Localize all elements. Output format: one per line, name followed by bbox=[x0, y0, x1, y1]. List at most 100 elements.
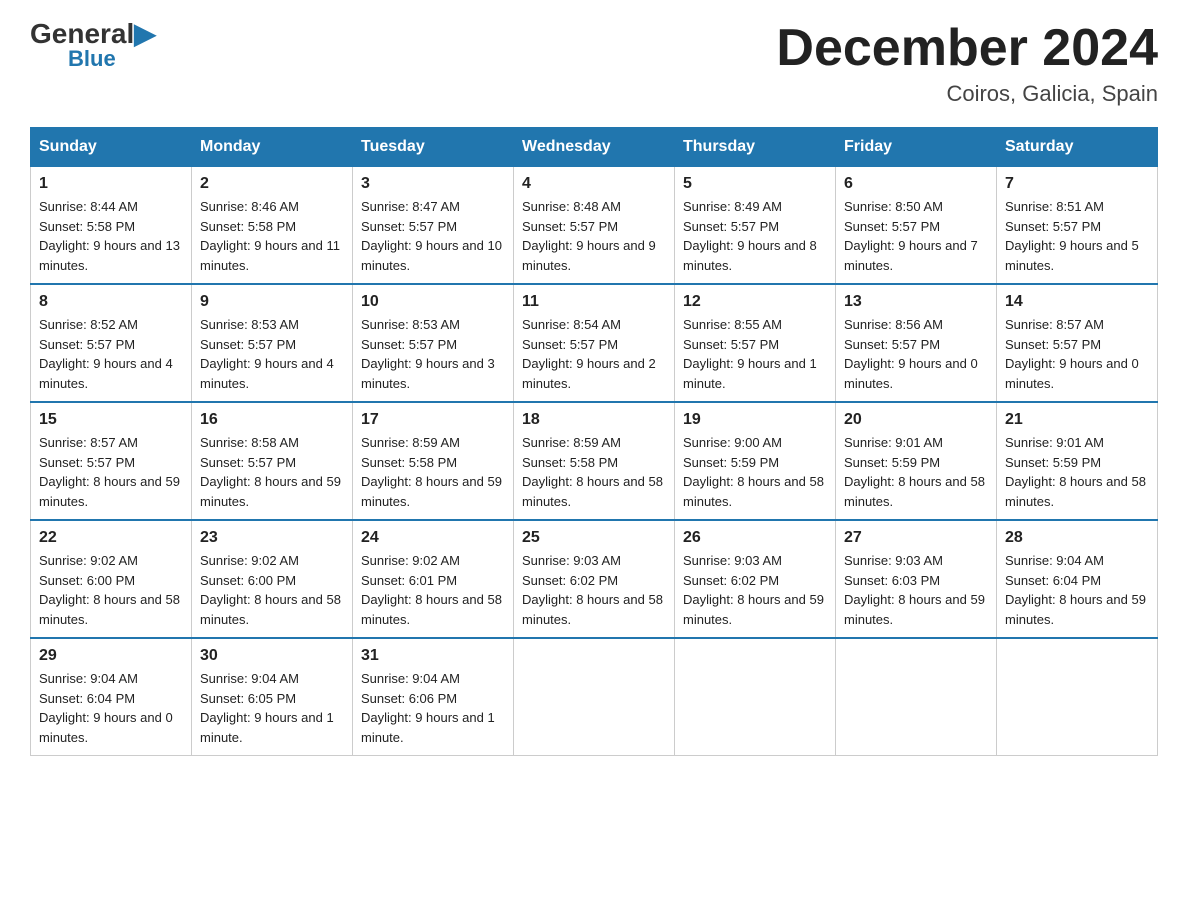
header-monday: Monday bbox=[192, 128, 353, 167]
calendar-cell bbox=[675, 638, 836, 756]
day-number: 11 bbox=[522, 293, 666, 311]
calendar-cell: 9 Sunrise: 8:53 AMSunset: 5:57 PMDayligh… bbox=[192, 284, 353, 402]
day-number: 9 bbox=[200, 293, 344, 311]
day-number: 23 bbox=[200, 529, 344, 547]
day-number: 2 bbox=[200, 175, 344, 193]
calendar-cell: 26 Sunrise: 9:03 AMSunset: 6:02 PMDaylig… bbox=[675, 520, 836, 638]
day-number: 29 bbox=[39, 647, 183, 665]
day-number: 8 bbox=[39, 293, 183, 311]
calendar-cell: 29 Sunrise: 9:04 AMSunset: 6:04 PMDaylig… bbox=[31, 638, 192, 756]
calendar-cell: 14 Sunrise: 8:57 AMSunset: 5:57 PMDaylig… bbox=[997, 284, 1158, 402]
calendar-header-row: SundayMondayTuesdayWednesdayThursdayFrid… bbox=[31, 128, 1158, 167]
header-wednesday: Wednesday bbox=[514, 128, 675, 167]
day-number: 18 bbox=[522, 411, 666, 429]
calendar-cell: 5 Sunrise: 8:49 AMSunset: 5:57 PMDayligh… bbox=[675, 167, 836, 285]
day-number: 13 bbox=[844, 293, 988, 311]
day-info: Sunrise: 8:59 AMSunset: 5:58 PMDaylight:… bbox=[522, 435, 663, 509]
day-number: 19 bbox=[683, 411, 827, 429]
day-number: 17 bbox=[361, 411, 505, 429]
header-sunday: Sunday bbox=[31, 128, 192, 167]
title-block: December 2024 Coiros, Galicia, Spain bbox=[776, 20, 1158, 107]
calendar-week-row: 15 Sunrise: 8:57 AMSunset: 5:57 PMDaylig… bbox=[31, 402, 1158, 520]
day-info: Sunrise: 8:57 AMSunset: 5:57 PMDaylight:… bbox=[39, 435, 180, 509]
day-info: Sunrise: 8:48 AMSunset: 5:57 PMDaylight:… bbox=[522, 199, 656, 273]
calendar-cell: 1 Sunrise: 8:44 AMSunset: 5:58 PMDayligh… bbox=[31, 167, 192, 285]
day-number: 3 bbox=[361, 175, 505, 193]
day-info: Sunrise: 9:02 AMSunset: 6:00 PMDaylight:… bbox=[39, 553, 180, 627]
day-info: Sunrise: 8:47 AMSunset: 5:57 PMDaylight:… bbox=[361, 199, 502, 273]
day-info: Sunrise: 9:00 AMSunset: 5:59 PMDaylight:… bbox=[683, 435, 824, 509]
day-number: 6 bbox=[844, 175, 988, 193]
day-number: 20 bbox=[844, 411, 988, 429]
logo-blue-text: Blue bbox=[68, 48, 116, 70]
day-info: Sunrise: 8:44 AMSunset: 5:58 PMDaylight:… bbox=[39, 199, 180, 273]
header-thursday: Thursday bbox=[675, 128, 836, 167]
day-info: Sunrise: 8:55 AMSunset: 5:57 PMDaylight:… bbox=[683, 317, 817, 391]
calendar-cell: 30 Sunrise: 9:04 AMSunset: 6:05 PMDaylig… bbox=[192, 638, 353, 756]
day-number: 15 bbox=[39, 411, 183, 429]
day-number: 26 bbox=[683, 529, 827, 547]
day-info: Sunrise: 9:03 AMSunset: 6:03 PMDaylight:… bbox=[844, 553, 985, 627]
day-info: Sunrise: 8:53 AMSunset: 5:57 PMDaylight:… bbox=[200, 317, 334, 391]
day-number: 31 bbox=[361, 647, 505, 665]
day-number: 16 bbox=[200, 411, 344, 429]
day-info: Sunrise: 9:04 AMSunset: 6:04 PMDaylight:… bbox=[1005, 553, 1146, 627]
calendar-cell: 10 Sunrise: 8:53 AMSunset: 5:57 PMDaylig… bbox=[353, 284, 514, 402]
calendar-cell: 3 Sunrise: 8:47 AMSunset: 5:57 PMDayligh… bbox=[353, 167, 514, 285]
day-info: Sunrise: 8:52 AMSunset: 5:57 PMDaylight:… bbox=[39, 317, 173, 391]
calendar-cell: 21 Sunrise: 9:01 AMSunset: 5:59 PMDaylig… bbox=[997, 402, 1158, 520]
day-info: Sunrise: 8:56 AMSunset: 5:57 PMDaylight:… bbox=[844, 317, 978, 391]
day-info: Sunrise: 9:04 AMSunset: 6:06 PMDaylight:… bbox=[361, 671, 495, 745]
day-info: Sunrise: 9:03 AMSunset: 6:02 PMDaylight:… bbox=[683, 553, 824, 627]
day-number: 30 bbox=[200, 647, 344, 665]
calendar-cell: 19 Sunrise: 9:00 AMSunset: 5:59 PMDaylig… bbox=[675, 402, 836, 520]
day-number: 28 bbox=[1005, 529, 1149, 547]
month-title: December 2024 bbox=[776, 20, 1158, 77]
location-text: Coiros, Galicia, Spain bbox=[776, 81, 1158, 107]
day-number: 5 bbox=[683, 175, 827, 193]
calendar-cell: 24 Sunrise: 9:02 AMSunset: 6:01 PMDaylig… bbox=[353, 520, 514, 638]
day-info: Sunrise: 8:58 AMSunset: 5:57 PMDaylight:… bbox=[200, 435, 341, 509]
calendar-week-row: 8 Sunrise: 8:52 AMSunset: 5:57 PMDayligh… bbox=[31, 284, 1158, 402]
calendar-cell: 23 Sunrise: 9:02 AMSunset: 6:00 PMDaylig… bbox=[192, 520, 353, 638]
calendar-cell bbox=[836, 638, 997, 756]
calendar-cell: 25 Sunrise: 9:03 AMSunset: 6:02 PMDaylig… bbox=[514, 520, 675, 638]
calendar-cell bbox=[997, 638, 1158, 756]
header-friday: Friday bbox=[836, 128, 997, 167]
day-info: Sunrise: 8:53 AMSunset: 5:57 PMDaylight:… bbox=[361, 317, 495, 391]
calendar-cell: 2 Sunrise: 8:46 AMSunset: 5:58 PMDayligh… bbox=[192, 167, 353, 285]
calendar-cell: 8 Sunrise: 8:52 AMSunset: 5:57 PMDayligh… bbox=[31, 284, 192, 402]
calendar-cell: 7 Sunrise: 8:51 AMSunset: 5:57 PMDayligh… bbox=[997, 167, 1158, 285]
calendar-week-row: 29 Sunrise: 9:04 AMSunset: 6:04 PMDaylig… bbox=[31, 638, 1158, 756]
day-info: Sunrise: 8:49 AMSunset: 5:57 PMDaylight:… bbox=[683, 199, 817, 273]
day-info: Sunrise: 9:02 AMSunset: 6:00 PMDaylight:… bbox=[200, 553, 341, 627]
day-number: 4 bbox=[522, 175, 666, 193]
day-info: Sunrise: 9:04 AMSunset: 6:04 PMDaylight:… bbox=[39, 671, 173, 745]
calendar-cell: 27 Sunrise: 9:03 AMSunset: 6:03 PMDaylig… bbox=[836, 520, 997, 638]
day-number: 7 bbox=[1005, 175, 1149, 193]
day-number: 27 bbox=[844, 529, 988, 547]
day-info: Sunrise: 8:57 AMSunset: 5:57 PMDaylight:… bbox=[1005, 317, 1139, 391]
logo-general-text: General▶ bbox=[30, 20, 156, 48]
calendar-cell: 18 Sunrise: 8:59 AMSunset: 5:58 PMDaylig… bbox=[514, 402, 675, 520]
calendar-cell: 12 Sunrise: 8:55 AMSunset: 5:57 PMDaylig… bbox=[675, 284, 836, 402]
calendar-cell: 20 Sunrise: 9:01 AMSunset: 5:59 PMDaylig… bbox=[836, 402, 997, 520]
day-info: Sunrise: 8:54 AMSunset: 5:57 PMDaylight:… bbox=[522, 317, 656, 391]
day-info: Sunrise: 8:50 AMSunset: 5:57 PMDaylight:… bbox=[844, 199, 978, 273]
day-info: Sunrise: 8:51 AMSunset: 5:57 PMDaylight:… bbox=[1005, 199, 1139, 273]
calendar-cell: 22 Sunrise: 9:02 AMSunset: 6:00 PMDaylig… bbox=[31, 520, 192, 638]
calendar-cell: 31 Sunrise: 9:04 AMSunset: 6:06 PMDaylig… bbox=[353, 638, 514, 756]
calendar-week-row: 1 Sunrise: 8:44 AMSunset: 5:58 PMDayligh… bbox=[31, 167, 1158, 285]
day-number: 1 bbox=[39, 175, 183, 193]
day-info: Sunrise: 9:01 AMSunset: 5:59 PMDaylight:… bbox=[1005, 435, 1146, 509]
calendar-week-row: 22 Sunrise: 9:02 AMSunset: 6:00 PMDaylig… bbox=[31, 520, 1158, 638]
day-info: Sunrise: 8:46 AMSunset: 5:58 PMDaylight:… bbox=[200, 199, 340, 273]
day-info: Sunrise: 9:04 AMSunset: 6:05 PMDaylight:… bbox=[200, 671, 334, 745]
calendar-cell bbox=[514, 638, 675, 756]
calendar-cell: 16 Sunrise: 8:58 AMSunset: 5:57 PMDaylig… bbox=[192, 402, 353, 520]
header-tuesday: Tuesday bbox=[353, 128, 514, 167]
day-info: Sunrise: 9:02 AMSunset: 6:01 PMDaylight:… bbox=[361, 553, 502, 627]
day-info: Sunrise: 9:03 AMSunset: 6:02 PMDaylight:… bbox=[522, 553, 663, 627]
day-number: 14 bbox=[1005, 293, 1149, 311]
day-info: Sunrise: 9:01 AMSunset: 5:59 PMDaylight:… bbox=[844, 435, 985, 509]
